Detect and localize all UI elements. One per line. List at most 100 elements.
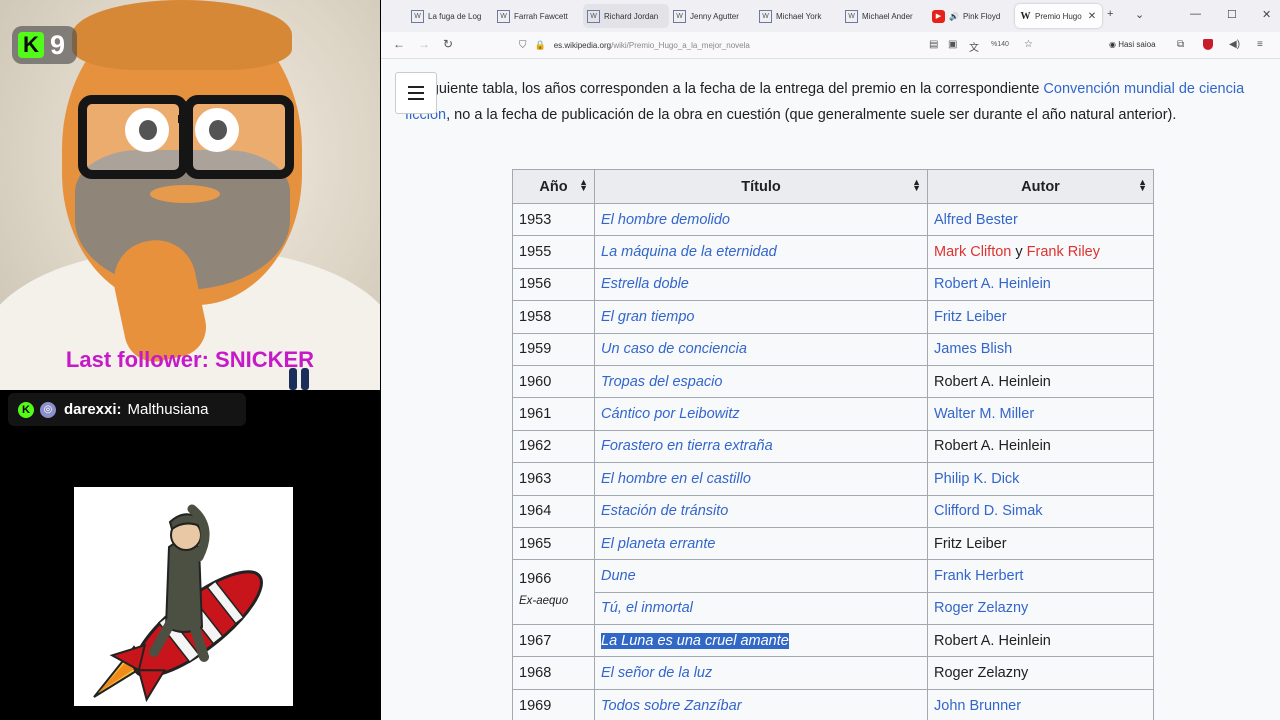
wiki-favicon-icon: W <box>587 9 600 23</box>
author-link[interactable]: John Brunner <box>927 688 1154 720</box>
author-link[interactable]: Clifford D. Simak <box>927 494 1154 528</box>
table-row: 1958 El gran tiempo Fritz Leiber <box>512 300 1154 334</box>
audio-icon[interactable]: ◀) <box>1229 39 1240 50</box>
url-path: /wiki/Premio_Hugo_a_la_mejor_novela <box>611 40 750 50</box>
tab-label: Jenny Agutter <box>690 11 739 21</box>
intro-text-2: , no a la fecha de publicación de la obr… <box>446 106 1177 123</box>
kick-badge-icon: K <box>18 401 34 418</box>
tab-premio-hugo[interactable]: W Premio Hugo ✕ <box>1015 4 1102 28</box>
title-link[interactable]: La máquina de la eternidad <box>594 235 928 269</box>
tab-pink-floyd[interactable]: ▶ 🔊 Pink Floyd <box>932 4 1014 28</box>
title-cell: La Luna es una cruel amante <box>594 624 928 658</box>
tab-label: Richard Jordan <box>604 11 659 21</box>
screenshot-icon[interactable]: ▣ <box>948 39 957 50</box>
year-cell: 1953 <box>512 202 595 237</box>
new-tab-icon[interactable]: + <box>1107 8 1113 20</box>
title-link[interactable]: El señor de la luz <box>594 656 928 690</box>
year-cell: 1963 <box>512 462 595 496</box>
sort-icon: ▲ ▼ <box>1138 177 1147 193</box>
account-login-button[interactable]: ◉ Hasi saioa <box>1109 40 1156 49</box>
title-link[interactable]: El hombre demolido <box>594 202 928 237</box>
column-header-title[interactable]: Título ▲ ▼ <box>594 169 928 204</box>
table-row: 1967 La Luna es una cruel amante Robert A.… <box>512 624 1154 658</box>
forward-arrow-icon[interactable]: → <box>418 37 430 51</box>
webcam-feed: K 9 Last follower: SNICKER <box>0 0 380 390</box>
title-link[interactable]: Un caso de conciencia <box>594 332 928 366</box>
tab-richard-jordan[interactable]: W Richard Jordan <box>583 4 669 28</box>
author-link[interactable]: Fritz Leiber <box>927 300 1154 334</box>
kick-logo-icon: K <box>18 32 44 58</box>
tab-label: Michael Ander <box>862 11 913 21</box>
title-link[interactable]: El gran tiempo <box>594 300 928 334</box>
title-link[interactable]: Tropas del espacio <box>594 364 928 399</box>
wiki-favicon-icon: W <box>411 9 424 23</box>
author-text: Robert A. Heinlein <box>927 624 1154 658</box>
header-label: Año <box>539 178 568 195</box>
tab-michael-york[interactable]: W Michael York <box>759 4 841 28</box>
tab-label: La fuga de Log <box>428 11 482 21</box>
selected-title-link[interactable]: La Luna es una cruel amante <box>601 632 789 649</box>
tab-farrah-fawcett[interactable]: W Farrah Fawcett <box>497 4 579 28</box>
author-link[interactable]: Robert A. Heinlein <box>927 267 1154 302</box>
url-host: es.wikipedia.org <box>553 40 612 50</box>
title-link[interactable]: El hombre en el castillo <box>594 462 928 496</box>
title-link[interactable]: Cántico por Leibowitz <box>594 397 928 431</box>
table-row: 1961 Cántico por Leibowitz Walter M. Mille… <box>512 397 1154 431</box>
zoom-level[interactable]: %140 <box>991 41 1009 48</box>
title-link[interactable]: Forastero en tierra extraña <box>594 429 928 464</box>
column-header-author[interactable]: Autor ▲ ▼ <box>927 169 1154 204</box>
table-row: 1960 Tropas del espacio Robert A. Heinlein <box>512 364 1154 399</box>
extensions-icon[interactable]: ⧉ <box>1177 39 1184 50</box>
maximize-icon[interactable]: ☐ <box>1227 8 1237 21</box>
author-redlink[interactable]: Mark Clifton <box>934 244 1011 260</box>
close-window-icon[interactable]: ✕ <box>1262 8 1271 21</box>
title-link[interactable]: Estación de tránsito <box>594 494 928 528</box>
author-link[interactable]: Frank Herbert <box>927 559 1154 593</box>
year-cell: 1955 <box>512 235 595 269</box>
glasses-left-lens <box>78 95 188 179</box>
title-link[interactable]: Estrella doble <box>594 267 928 302</box>
speaker-icon: 🔊 <box>949 11 959 21</box>
author-redlink[interactable]: Frank Riley <box>1027 244 1100 260</box>
table-row: 1955 La máquina de la eternidad Mark Clift… <box>512 235 1154 269</box>
intro-text-1: la siguiente tabla, los años corresponde… <box>405 81 1044 97</box>
tracking-shield-icon[interactable]: ⛉ <box>519 40 527 51</box>
puppet-hair <box>72 0 292 70</box>
tab-jenny-agutter[interactable]: W Jenny Agutter <box>673 4 755 28</box>
title-link[interactable]: El planeta errante <box>594 526 928 561</box>
title-link[interactable]: Dune <box>594 559 928 593</box>
tab-list-chevron-icon[interactable]: ⌄ <box>1135 8 1144 21</box>
viewer-count-badge: K 9 <box>12 26 77 64</box>
close-tab-icon[interactable]: ✕ <box>1088 11 1096 22</box>
title-link[interactable]: Tú, el inmortal <box>594 591 928 626</box>
address-bar[interactable]: ⛉ 🔒 es.wikipedia.org/wiki/Premio_Hugo_a_… <box>519 36 1071 54</box>
year-cell: 1966 Ex-aequo <box>512 559 595 626</box>
year-cell: 1958 <box>512 300 595 334</box>
wiki-favicon-icon: W <box>845 9 858 23</box>
year-cell: 1964 <box>512 494 595 528</box>
author-link[interactable]: Walter M. Miller <box>927 397 1154 431</box>
title-link[interactable]: Todos sobre Zanzíbar <box>594 688 928 720</box>
author-link[interactable]: Roger Zelazny <box>927 591 1154 626</box>
tab-strip: W La fuga de Log W Farrah Fawcett W Richard… <box>381 0 1280 32</box>
toc-toggle-button[interactable] <box>395 72 437 114</box>
stream-overlay: K 9 Last follower: SNICKER K ◎ darexxi: … <box>0 0 381 720</box>
back-arrow-icon[interactable]: ← <box>393 37 405 51</box>
menu-icon[interactable]: ≡ <box>1257 39 1263 50</box>
reader-view-icon[interactable]: ▤ <box>929 39 938 50</box>
minimize-icon[interactable]: — <box>1190 8 1201 20</box>
author-link[interactable]: James Blish <box>927 332 1154 366</box>
reload-icon[interactable]: ↻ <box>443 37 453 51</box>
bookmark-star-icon[interactable]: ☆ <box>1024 39 1033 50</box>
author-link[interactable]: Alfred Bester <box>927 202 1154 237</box>
translate-icon[interactable]: 文 <box>969 39 979 54</box>
table-row: 1968 El señor de la luz Roger Zelazny <box>512 656 1154 690</box>
author-link[interactable]: Philip K. Dick <box>927 462 1154 496</box>
column-header-year[interactable]: Año ▲ ▼ <box>512 169 595 204</box>
table-header-row: Año ▲ ▼ Título ▲ ▼ Autor ▲ ▼ <box>512 169 1154 204</box>
tab-la-fuga-de-logan[interactable]: W La fuga de Log <box>411 4 493 28</box>
tab-michael-anderson[interactable]: W Michael Ander <box>845 4 927 28</box>
last-follower-text: Last follower: SNICKER <box>65 347 315 372</box>
ublock-shield-icon[interactable] <box>1203 39 1213 50</box>
table-row: 1959 Un caso de conciencia James Blish <box>512 332 1154 366</box>
